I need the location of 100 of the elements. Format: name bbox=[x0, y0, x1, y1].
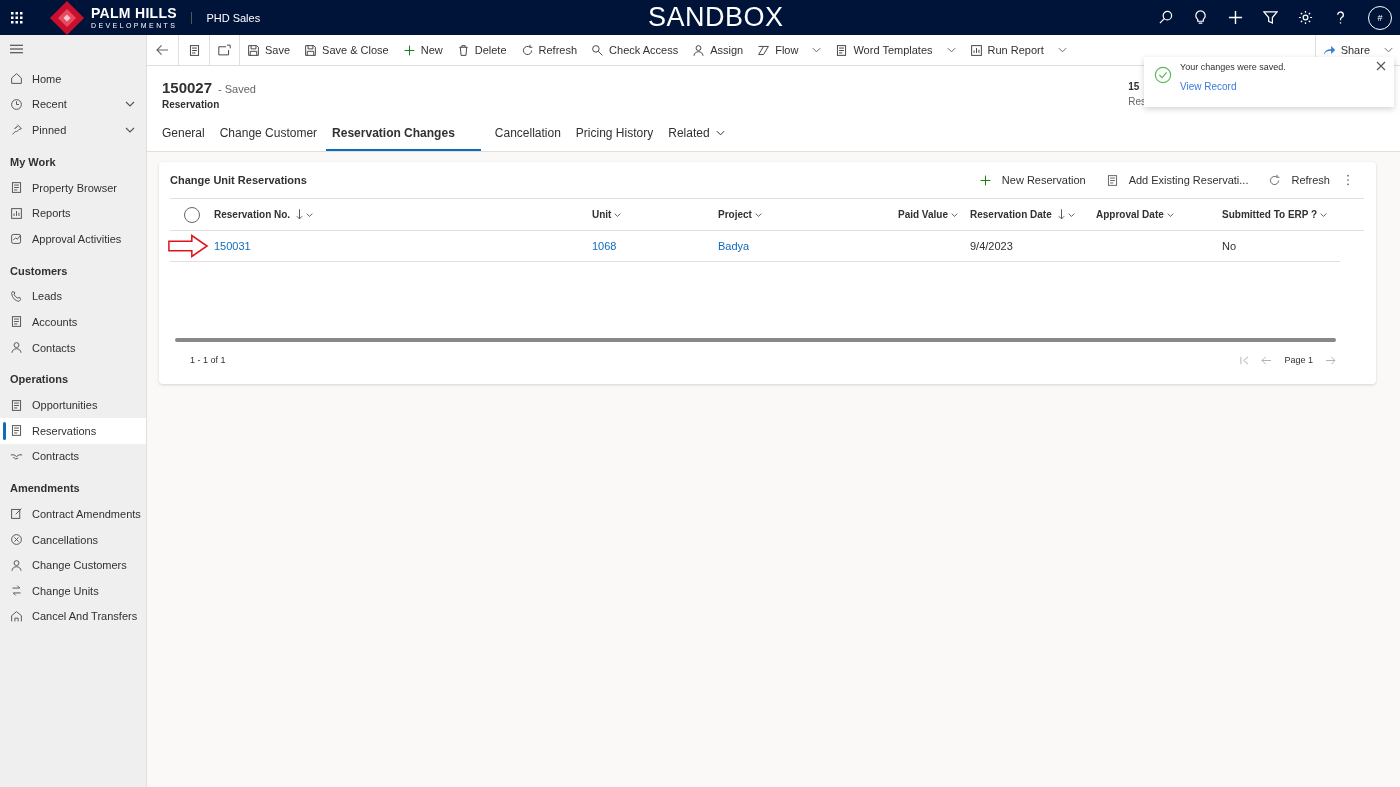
sort-down-icon bbox=[1057, 209, 1065, 220]
tab[interactable]: Cancellation bbox=[488, 116, 567, 151]
column-header[interactable]: Approval Date bbox=[1096, 209, 1174, 220]
menu-icon[interactable] bbox=[10, 44, 23, 54]
command-button[interactable]: Run Report bbox=[962, 35, 1074, 65]
column-header[interactable]: Unit bbox=[592, 209, 622, 220]
plus-icon[interactable] bbox=[1228, 10, 1243, 25]
app-launcher-icon[interactable] bbox=[11, 11, 23, 24]
chevron-down-icon bbox=[754, 211, 762, 218]
nav-item[interactable]: Accounts bbox=[0, 309, 146, 335]
tab[interactable]: Related bbox=[662, 116, 731, 151]
settings-icon[interactable] bbox=[1298, 10, 1313, 25]
save-status: - Saved bbox=[218, 83, 256, 95]
nav-item[interactable]: Property Browser bbox=[0, 174, 146, 201]
sort-down-icon bbox=[296, 209, 304, 220]
nav-item[interactable]: Home bbox=[0, 66, 146, 92]
scrollbar[interactable] bbox=[175, 338, 1336, 342]
command-button[interactable]: Flow bbox=[750, 35, 829, 65]
record-count: 1 - 1 of 1 bbox=[190, 355, 226, 365]
search-icon[interactable] bbox=[1158, 10, 1173, 25]
grid-command-button[interactable]: Refresh bbox=[1264, 173, 1334, 187]
close-icon[interactable] bbox=[1376, 61, 1386, 71]
column-header[interactable]: Submitted To ERP ? bbox=[1222, 209, 1328, 220]
chevron-down-icon bbox=[951, 211, 958, 218]
document-icon bbox=[1105, 173, 1119, 187]
command-button[interactable]: Save bbox=[240, 35, 298, 65]
command-button[interactable]: Save & Close bbox=[297, 35, 396, 65]
table-cell: No bbox=[1222, 240, 1237, 252]
nav-item[interactable]: Contract Amendments bbox=[0, 501, 146, 527]
popout-button[interactable] bbox=[209, 35, 240, 65]
column-header[interactable]: Paid Value bbox=[897, 209, 958, 220]
pin-icon bbox=[10, 123, 23, 137]
plus-icon bbox=[978, 173, 992, 187]
nav-item[interactable]: Change Units bbox=[0, 577, 146, 604]
logo-icon bbox=[49, 0, 85, 36]
share-icon bbox=[1322, 44, 1336, 56]
tab[interactable]: Pricing History bbox=[569, 116, 660, 151]
check-circle-icon bbox=[1154, 66, 1172, 84]
command-button[interactable]: Refresh bbox=[513, 35, 585, 65]
chevron-down-icon bbox=[306, 211, 314, 218]
nav-item[interactable]: Recent bbox=[0, 91, 146, 118]
chevron-down-icon bbox=[1384, 47, 1393, 53]
nav-item[interactable]: Reservations bbox=[0, 417, 146, 444]
save-icon bbox=[247, 43, 260, 57]
trash-icon bbox=[456, 43, 470, 57]
command-button[interactable]: Delete bbox=[449, 35, 514, 65]
document-icon bbox=[835, 43, 849, 57]
nav-item[interactable]: Pinned bbox=[0, 117, 146, 143]
chevron-down-icon bbox=[1166, 211, 1174, 218]
nav-item[interactable]: Contracts bbox=[0, 443, 146, 470]
record-link[interactable]: 1068 bbox=[592, 240, 617, 252]
nav-item[interactable]: Reports bbox=[0, 200, 146, 226]
nav-group-heading: Amendments bbox=[9, 481, 81, 497]
app-name[interactable]: PHD Sales bbox=[191, 11, 261, 24]
nav-item[interactable]: Contacts bbox=[0, 334, 146, 361]
chevron-down-icon bbox=[124, 101, 136, 108]
nav-item[interactable]: Change Customers bbox=[0, 552, 146, 578]
grid-command-button[interactable]: New Reservation bbox=[974, 173, 1090, 187]
chevron-down-icon bbox=[715, 129, 725, 136]
back-arrow-icon bbox=[156, 44, 169, 56]
record-link[interactable]: Badya bbox=[718, 240, 750, 252]
record-link[interactable]: 150031 bbox=[214, 240, 251, 252]
nav-item[interactable]: Opportunities bbox=[0, 392, 146, 418]
chevron-down-icon bbox=[1057, 47, 1067, 53]
nav-group-heading: My Work bbox=[9, 154, 57, 170]
refresh-icon bbox=[520, 43, 534, 57]
nav-item[interactable]: Cancel And Transfers bbox=[0, 603, 146, 630]
nav-item[interactable]: Approval Activities bbox=[0, 225, 146, 252]
edit-icon bbox=[10, 507, 23, 521]
chart-icon bbox=[10, 206, 23, 220]
filter-icon[interactable] bbox=[1263, 10, 1278, 25]
more-icon[interactable] bbox=[1346, 174, 1350, 186]
document-icon bbox=[10, 398, 23, 412]
save-icon bbox=[304, 43, 318, 57]
clock-icon bbox=[10, 97, 23, 111]
document-icon bbox=[10, 181, 23, 195]
chevron-down-icon bbox=[946, 47, 956, 53]
command-button[interactable]: Check Access bbox=[584, 35, 686, 65]
view-record-link[interactable]: View Record bbox=[1180, 81, 1368, 92]
nav-item[interactable]: Cancellations bbox=[0, 526, 146, 553]
tab[interactable]: Reservation Changes bbox=[326, 116, 481, 151]
tab[interactable]: General bbox=[156, 116, 211, 151]
tab[interactable]: Change Customer bbox=[213, 116, 324, 151]
column-header[interactable]: Reservation Date bbox=[970, 209, 1075, 220]
document-icon bbox=[10, 424, 23, 438]
lightbulb-icon[interactable] bbox=[1193, 10, 1208, 25]
nav-group-heading: Customers bbox=[9, 263, 69, 279]
phone-icon bbox=[10, 289, 23, 303]
command-button[interactable]: New bbox=[395, 35, 450, 65]
command-button[interactable]: Assign bbox=[685, 35, 751, 65]
command-button[interactable]: Word Templates bbox=[828, 35, 963, 65]
column-header[interactable]: Reservation No. bbox=[214, 209, 314, 220]
record-title: 150027 bbox=[162, 79, 213, 96]
table-cell: 9/4/2023 bbox=[970, 240, 1013, 252]
column-header[interactable]: Project bbox=[718, 209, 762, 220]
nav-item[interactable]: Leads bbox=[0, 283, 146, 310]
grid-command-button[interactable]: Add Existing Reservati... bbox=[1101, 173, 1253, 187]
swap-icon bbox=[10, 584, 23, 598]
activity-icon bbox=[10, 232, 23, 246]
plus-icon bbox=[402, 43, 416, 57]
